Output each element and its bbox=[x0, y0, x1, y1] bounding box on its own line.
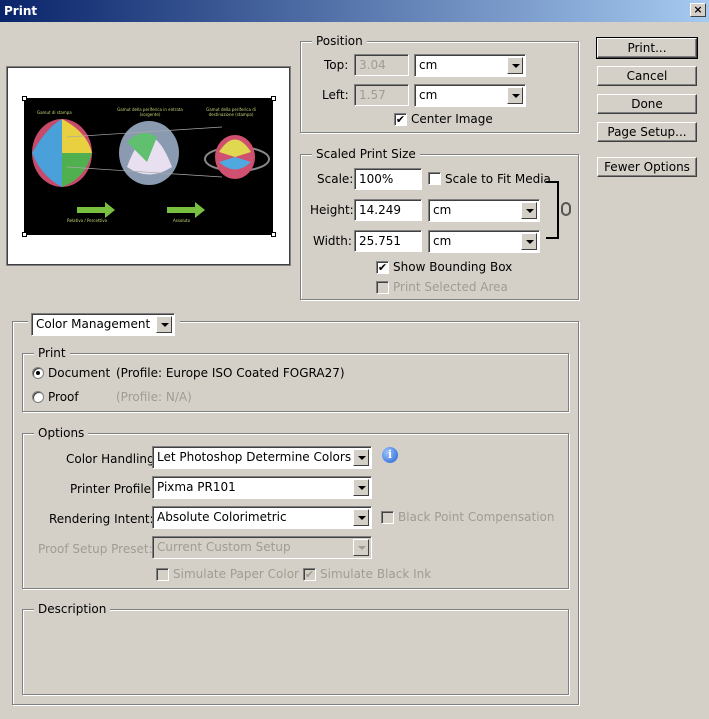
black-point-label: Black Point Compensation bbox=[398, 510, 555, 524]
chevron-down-icon[interactable] bbox=[521, 233, 537, 250]
color-management-value: Color Management bbox=[36, 317, 151, 331]
chevron-down-icon[interactable] bbox=[353, 479, 369, 496]
window-title: Print bbox=[4, 4, 38, 18]
scale-label: Scale: bbox=[317, 172, 354, 186]
description-subgroup bbox=[22, 609, 569, 695]
scale-to-fit-label: Scale to Fit Media bbox=[445, 172, 551, 186]
show-bounding-box-checkbox[interactable]: ✔ bbox=[376, 261, 389, 274]
print-selected-area-label: Print Selected Area bbox=[393, 280, 508, 294]
height-unit-select[interactable]: cm bbox=[428, 199, 540, 222]
scale-to-fit-checkbox[interactable] bbox=[428, 172, 441, 185]
proof-setup-value: Current Custom Setup bbox=[157, 540, 291, 554]
scaled-print-size-legend: Scaled Print Size bbox=[312, 147, 420, 161]
chevron-down-icon[interactable] bbox=[507, 87, 523, 104]
center-image-label: Center Image bbox=[411, 112, 493, 126]
center-image-checkbox[interactable]: ✔ bbox=[394, 113, 407, 126]
print-preview: Gamut di stampa Gamut della periferica i… bbox=[6, 66, 291, 266]
left-unit-value: cm bbox=[419, 88, 438, 102]
black-point-checkbox[interactable] bbox=[381, 511, 394, 524]
close-button[interactable]: × bbox=[690, 3, 706, 17]
color-handling-label: Color Handling: bbox=[66, 452, 159, 466]
chevron-down-icon[interactable] bbox=[353, 509, 369, 526]
print-selected-area-checkbox[interactable] bbox=[376, 281, 389, 294]
simulate-paper-checkbox[interactable] bbox=[156, 568, 169, 581]
bounding-handle[interactable] bbox=[271, 96, 276, 101]
preview-label-middle: Gamut della periferica in entrata (sorge… bbox=[117, 107, 183, 117]
document-label: Document bbox=[48, 366, 111, 380]
preview-image bbox=[24, 98, 273, 235]
show-bounding-box-label: Show Bounding Box bbox=[393, 260, 513, 274]
position-legend: Position bbox=[312, 34, 367, 48]
description-legend: Description bbox=[34, 602, 111, 616]
proof-setup-label: Proof Setup Preset: bbox=[38, 542, 153, 556]
top-unit-value: cm bbox=[419, 58, 438, 72]
simulate-ink-label: Simulate Black Ink bbox=[320, 567, 432, 581]
left-input[interactable]: 1.57 bbox=[354, 84, 409, 106]
bounding-handle[interactable] bbox=[22, 232, 27, 237]
width-unit-value: cm bbox=[433, 234, 452, 248]
width-input[interactable]: 25.751 bbox=[354, 230, 422, 252]
bounding-handle[interactable] bbox=[271, 232, 276, 237]
print-button[interactable]: Print... bbox=[596, 37, 698, 59]
color-handling-value: Let Photoshop Determine Colors bbox=[157, 450, 352, 464]
simulate-ink-checkbox[interactable]: ✔ bbox=[303, 568, 316, 581]
rendering-intent-label: Rendering Intent: bbox=[49, 512, 154, 526]
cancel-button[interactable]: Cancel bbox=[597, 66, 697, 86]
proof-label: Proof bbox=[48, 390, 79, 404]
printer-profile-label: Printer Profile: bbox=[70, 482, 156, 496]
preview-label-arrow2: Assoluto bbox=[173, 218, 191, 223]
print-subgroup-legend: Print bbox=[34, 346, 70, 360]
proof-radio[interactable] bbox=[32, 391, 44, 403]
preview-label-right: Gamut della periferica di destinazione (… bbox=[206, 107, 256, 117]
rendering-intent-select[interactable]: Absolute Colorimetric bbox=[152, 506, 372, 529]
proof-profile: (Profile: N/A) bbox=[116, 390, 192, 404]
height-unit-value: cm bbox=[433, 203, 452, 217]
preview-label-arrow1: Relativo / Percettivo bbox=[67, 218, 108, 223]
color-management-select[interactable]: Color Management bbox=[31, 313, 175, 336]
top-input[interactable]: 3.04 bbox=[354, 54, 409, 76]
info-icon[interactable]: i bbox=[382, 447, 398, 463]
color-handling-select[interactable]: Let Photoshop Determine Colors bbox=[152, 446, 372, 469]
title-bar: Print bbox=[0, 0, 709, 22]
chevron-down-icon[interactable] bbox=[353, 539, 369, 556]
printer-profile-value: Pixma PR101 bbox=[157, 480, 236, 494]
left-label: Left: bbox=[322, 88, 349, 102]
print-subgroup bbox=[22, 353, 569, 412]
options-legend: Options bbox=[34, 426, 89, 440]
document-profile: (Profile: Europe ISO Coated FOGRA27) bbox=[116, 366, 345, 380]
preview-label-left: Gamut di stampa bbox=[37, 110, 72, 115]
page-setup-button[interactable]: Page Setup... bbox=[597, 122, 697, 142]
bounding-handle[interactable] bbox=[22, 96, 27, 101]
chevron-down-icon[interactable] bbox=[353, 449, 369, 466]
printer-profile-select[interactable]: Pixma PR101 bbox=[152, 476, 372, 499]
top-label: Top: bbox=[324, 58, 349, 72]
left-unit-select[interactable]: cm bbox=[414, 84, 526, 107]
constrain-bracket bbox=[546, 181, 559, 239]
height-input[interactable]: 14.249 bbox=[354, 199, 422, 221]
document-radio[interactable] bbox=[32, 367, 44, 379]
fewer-options-button[interactable]: Fewer Options bbox=[597, 157, 697, 177]
proof-setup-select[interactable]: Current Custom Setup bbox=[152, 536, 372, 559]
chevron-down-icon[interactable] bbox=[521, 202, 537, 219]
chevron-down-icon[interactable] bbox=[156, 316, 172, 333]
chevron-down-icon[interactable] bbox=[507, 57, 523, 74]
scale-input[interactable]: 100% bbox=[354, 168, 422, 190]
rendering-intent-value: Absolute Colorimetric bbox=[157, 510, 287, 524]
top-unit-select[interactable]: cm bbox=[414, 54, 526, 77]
simulate-paper-label: Simulate Paper Color bbox=[173, 567, 299, 581]
done-button[interactable]: Done bbox=[597, 94, 697, 114]
height-label: Height: bbox=[310, 203, 354, 217]
width-unit-select[interactable]: cm bbox=[428, 230, 540, 253]
chain-link-icon[interactable] bbox=[561, 202, 571, 216]
close-icon: × bbox=[693, 3, 703, 16]
width-label: Width: bbox=[313, 234, 352, 248]
